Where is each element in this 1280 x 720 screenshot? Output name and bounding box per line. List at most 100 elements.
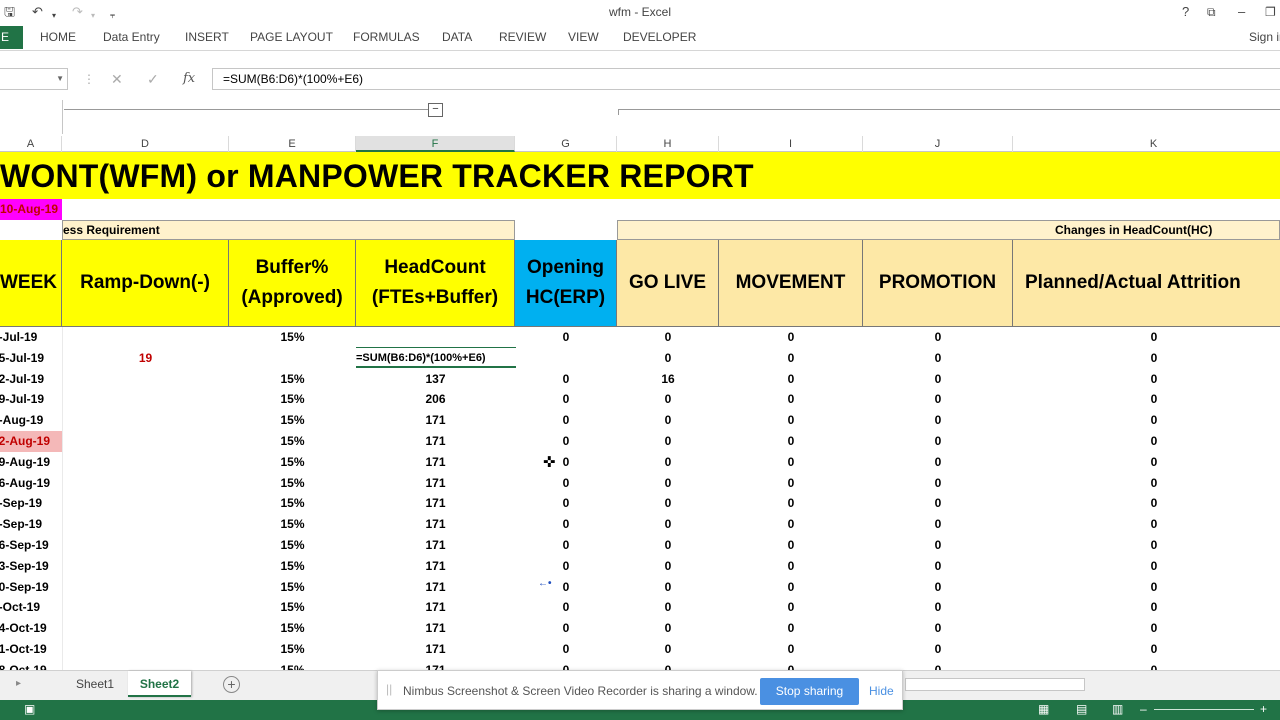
column-header-g[interactable]: G — [515, 136, 617, 152]
sheet-nav-icon[interactable]: ▸ — [16, 678, 21, 689]
week-cell[interactable]: 12-Aug-19 — [0, 431, 62, 452]
attrition-cell[interactable]: 0 — [1013, 431, 1280, 452]
buffer-cell[interactable]: 15% — [229, 535, 356, 556]
opening-hc-cell[interactable]: 0 — [515, 327, 617, 348]
ramp-down-cell[interactable] — [62, 389, 229, 410]
tab-formulas[interactable]: FORMULAS — [353, 30, 420, 44]
drag-handle-icon[interactable]: || — [386, 682, 392, 696]
header-headcount[interactable]: HeadCount (FTEs+Buffer) — [356, 240, 515, 327]
horizontal-scrollbar[interactable] — [905, 678, 1085, 691]
buffer-cell[interactable]: 15% — [229, 597, 356, 618]
promotion-cell[interactable]: 0 — [863, 473, 1013, 494]
tab-view[interactable]: VIEW — [568, 30, 599, 44]
insert-function-icon[interactable]: fx — [183, 71, 195, 86]
ramp-down-cell[interactable] — [62, 618, 229, 639]
page-layout-view-icon[interactable]: ▤ — [1076, 702, 1087, 716]
week-cell[interactable]: 5-Aug-19 — [0, 410, 62, 431]
attrition-cell[interactable]: 0 — [1013, 556, 1280, 577]
ramp-down-cell[interactable] — [62, 597, 229, 618]
requirement-group-header[interactable]: ess Requirement — [62, 220, 515, 240]
opening-hc-cell[interactable]: 0 — [515, 660, 617, 670]
header-week[interactable]: WEEK — [0, 240, 62, 327]
opening-hc-cell[interactable]: 0 — [515, 369, 617, 390]
column-header-h[interactable]: H — [617, 136, 719, 152]
headcount-cell[interactable] — [356, 327, 515, 348]
go-live-cell[interactable]: 0 — [617, 431, 719, 452]
header-attrition[interactable]: Planned/Actual Attrition — [1013, 240, 1280, 327]
movement-cell[interactable]: 0 — [719, 556, 863, 577]
week-cell[interactable]: 21-Oct-19 — [0, 639, 62, 660]
sheet-tab-sheet1[interactable]: Sheet1 — [65, 671, 125, 697]
tab-review[interactable]: REVIEW — [499, 30, 546, 44]
buffer-cell[interactable]: 15% — [229, 389, 356, 410]
week-cell[interactable]: 2-Sep-19 — [0, 493, 62, 514]
opening-hc-cell[interactable]: 0 — [515, 577, 617, 598]
column-header-f[interactable]: F — [356, 136, 515, 152]
movement-cell[interactable]: 0 — [719, 618, 863, 639]
go-live-cell[interactable]: 0 — [617, 327, 719, 348]
attrition-cell[interactable]: 0 — [1013, 348, 1280, 369]
opening-hc-cell[interactable]: 0 — [515, 452, 617, 473]
tab-home[interactable]: HOME — [40, 30, 76, 44]
opening-hc-cell[interactable]: 0 — [515, 389, 617, 410]
buffer-cell[interactable]: 15% — [229, 660, 356, 670]
buffer-cell[interactable]: 15% — [229, 514, 356, 535]
headcount-cell[interactable]: 171 — [356, 493, 515, 514]
go-live-cell[interactable]: 0 — [617, 348, 719, 369]
movement-cell[interactable]: 0 — [719, 514, 863, 535]
attrition-cell[interactable]: 0 — [1013, 369, 1280, 390]
restore-icon[interactable]: ❐ — [1265, 3, 1276, 21]
opening-hc-cell[interactable]: 0 — [515, 514, 617, 535]
column-header-j[interactable]: J — [863, 136, 1013, 152]
headcount-cell[interactable]: 171 — [356, 452, 515, 473]
go-live-cell[interactable]: 0 — [617, 473, 719, 494]
movement-cell[interactable]: 0 — [719, 639, 863, 660]
opening-hc-cell[interactable]: 0 — [515, 597, 617, 618]
go-live-cell[interactable]: 0 — [617, 660, 719, 670]
attrition-cell[interactable]: 0 — [1013, 473, 1280, 494]
file-tab[interactable]: E — [0, 26, 23, 49]
header-promotion[interactable]: PROMOTION — [863, 240, 1013, 327]
headcount-cell[interactable]: 171 — [356, 618, 515, 639]
buffer-cell[interactable]: 15% — [229, 410, 356, 431]
collapse-group-button[interactable]: − — [428, 103, 443, 117]
attrition-cell[interactable]: 0 — [1013, 577, 1280, 598]
movement-cell[interactable]: 0 — [719, 410, 863, 431]
opening-hc-cell[interactable]: 0 — [515, 431, 617, 452]
zoom-in-icon[interactable]: + — [1260, 702, 1267, 716]
buffer-cell[interactable]: 15% — [229, 493, 356, 514]
attrition-cell[interactable]: 0 — [1013, 452, 1280, 473]
buffer-cell[interactable] — [229, 348, 356, 369]
macro-record-icon[interactable]: ▣ — [24, 702, 35, 716]
tab-developer[interactable]: DEVELOPER — [623, 30, 696, 44]
report-date-cell[interactable]: 10-Aug-19 — [0, 199, 62, 220]
movement-cell[interactable]: 0 — [719, 473, 863, 494]
ramp-down-cell[interactable] — [62, 327, 229, 348]
promotion-cell[interactable]: 0 — [863, 389, 1013, 410]
opening-hc-cell[interactable]: 0 — [515, 618, 617, 639]
attrition-cell[interactable]: 0 — [1013, 660, 1280, 670]
attrition-cell[interactable]: 0 — [1013, 389, 1280, 410]
buffer-cell[interactable]: 15% — [229, 556, 356, 577]
headcount-cell[interactable]: 206 — [356, 389, 515, 410]
header-go-live[interactable]: GO LIVE — [617, 240, 719, 327]
attrition-cell[interactable]: 0 — [1013, 410, 1280, 431]
ramp-down-cell[interactable] — [62, 473, 229, 494]
go-live-cell[interactable]: 16 — [617, 369, 719, 390]
minimize-icon[interactable]: – — [1238, 3, 1245, 21]
go-live-cell[interactable]: 0 — [617, 389, 719, 410]
promotion-cell[interactable]: 0 — [863, 618, 1013, 639]
promotion-cell[interactable]: 0 — [863, 410, 1013, 431]
week-cell[interactable]: 7-Oct-19 — [0, 597, 62, 618]
promotion-cell[interactable]: 0 — [863, 327, 1013, 348]
promotion-cell[interactable]: 0 — [863, 597, 1013, 618]
buffer-cell[interactable]: 15% — [229, 639, 356, 660]
opening-hc-cell[interactable]: 0 — [515, 493, 617, 514]
go-live-cell[interactable]: 0 — [617, 597, 719, 618]
promotion-cell[interactable]: 0 — [863, 660, 1013, 670]
movement-cell[interactable]: 0 — [719, 348, 863, 369]
headcount-cell[interactable]: 171 — [356, 660, 515, 670]
header-movement[interactable]: MOVEMENT — [719, 240, 863, 327]
promotion-cell[interactable]: 0 — [863, 514, 1013, 535]
attrition-cell[interactable]: 0 — [1013, 514, 1280, 535]
